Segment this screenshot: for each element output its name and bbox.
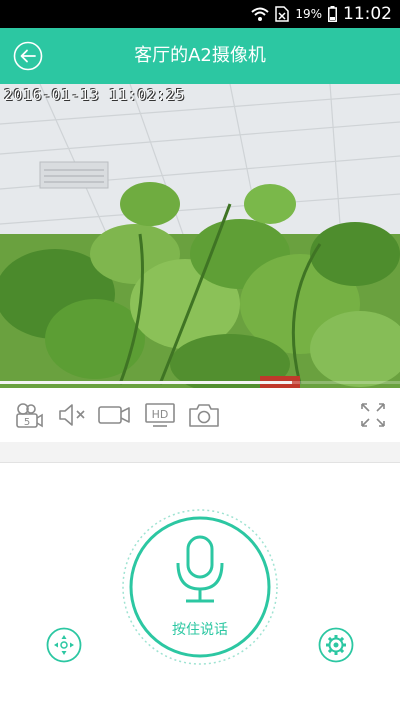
settings-icon[interactable]	[318, 627, 354, 663]
video-timestamp: 2016-01-13 11:02:25	[4, 86, 186, 104]
battery-percent: 19%	[295, 7, 322, 21]
status-icons: 19% 11:02	[251, 0, 392, 28]
status-time: 11:02	[343, 4, 392, 24]
camera-video-view[interactable]: 2016-01-13 11:02:25	[0, 84, 400, 388]
mute-icon[interactable]	[55, 398, 89, 432]
camera-toolbar: 5 HD	[0, 388, 400, 443]
page-title: 客厅的A2摄像机	[134, 45, 266, 66]
channel-number: 5	[24, 417, 30, 428]
battery-icon	[328, 6, 337, 22]
talk-panel: 按住说话	[0, 463, 400, 712]
snapshot-icon[interactable]	[187, 398, 221, 432]
no-sim-icon	[275, 6, 290, 22]
video-progress-fill	[0, 381, 292, 384]
wifi-icon	[251, 7, 269, 21]
video-progress-bar	[0, 381, 400, 384]
hd-label: HD	[152, 408, 169, 421]
app-bar: 客厅的A2摄像机	[0, 28, 400, 84]
status-bar: 19% 11:02	[0, 0, 400, 28]
push-to-talk-button[interactable]: 按住说话	[120, 507, 280, 667]
hd-icon[interactable]: HD	[143, 398, 177, 432]
camera-channel-icon[interactable]: 5	[11, 398, 45, 432]
section-divider	[0, 442, 400, 463]
video-frame-image	[0, 84, 400, 388]
video-record-icon[interactable]	[97, 398, 131, 432]
microphone-icon	[176, 535, 224, 603]
push-to-talk-label: 按住说话	[172, 622, 228, 638]
fullscreen-icon[interactable]	[356, 398, 390, 432]
ptz-direction-icon[interactable]	[46, 627, 82, 663]
